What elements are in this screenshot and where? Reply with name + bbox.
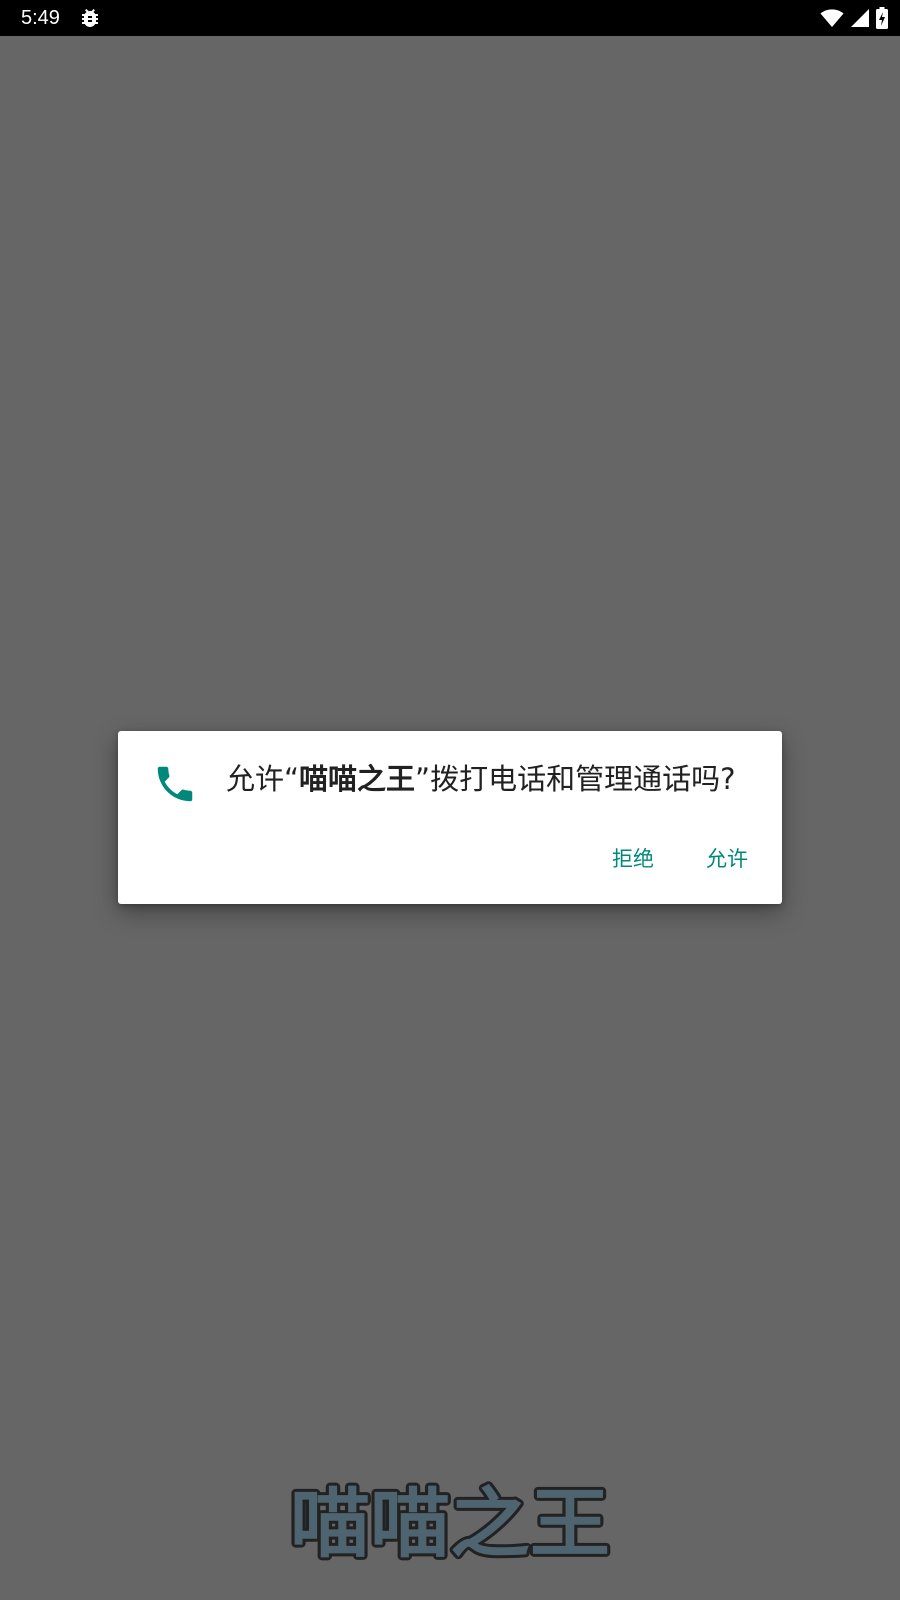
phone-icon bbox=[152, 761, 198, 807]
message-prefix: 允许“ bbox=[226, 762, 300, 796]
dialog-actions: 拒绝 允许 bbox=[612, 843, 748, 875]
status-time: 5:49 bbox=[21, 7, 60, 29]
cell-signal-icon bbox=[850, 8, 870, 28]
app-name: 喵喵之王 bbox=[299, 762, 416, 796]
dialog-message: 允许“喵喵之王”拨打电话和管理通话吗? bbox=[226, 759, 766, 799]
bug-icon bbox=[78, 6, 102, 30]
status-icons bbox=[820, 7, 888, 29]
battery-charging-icon bbox=[876, 7, 888, 29]
allow-button[interactable]: 允许 bbox=[706, 843, 748, 875]
message-suffix: ”拨打电话和管理通话吗? bbox=[415, 762, 736, 796]
deny-button[interactable]: 拒绝 bbox=[612, 843, 654, 875]
permission-dialog: 允许“喵喵之王”拨打电话和管理通话吗? 拒绝 允许 bbox=[118, 731, 782, 904]
status-bar: 5:49 bbox=[0, 0, 900, 36]
logo-text: 喵喵之王 bbox=[290, 1479, 610, 1568]
wifi-icon bbox=[820, 8, 844, 28]
app-logo: 喵喵之王 bbox=[282, 1478, 618, 1568]
